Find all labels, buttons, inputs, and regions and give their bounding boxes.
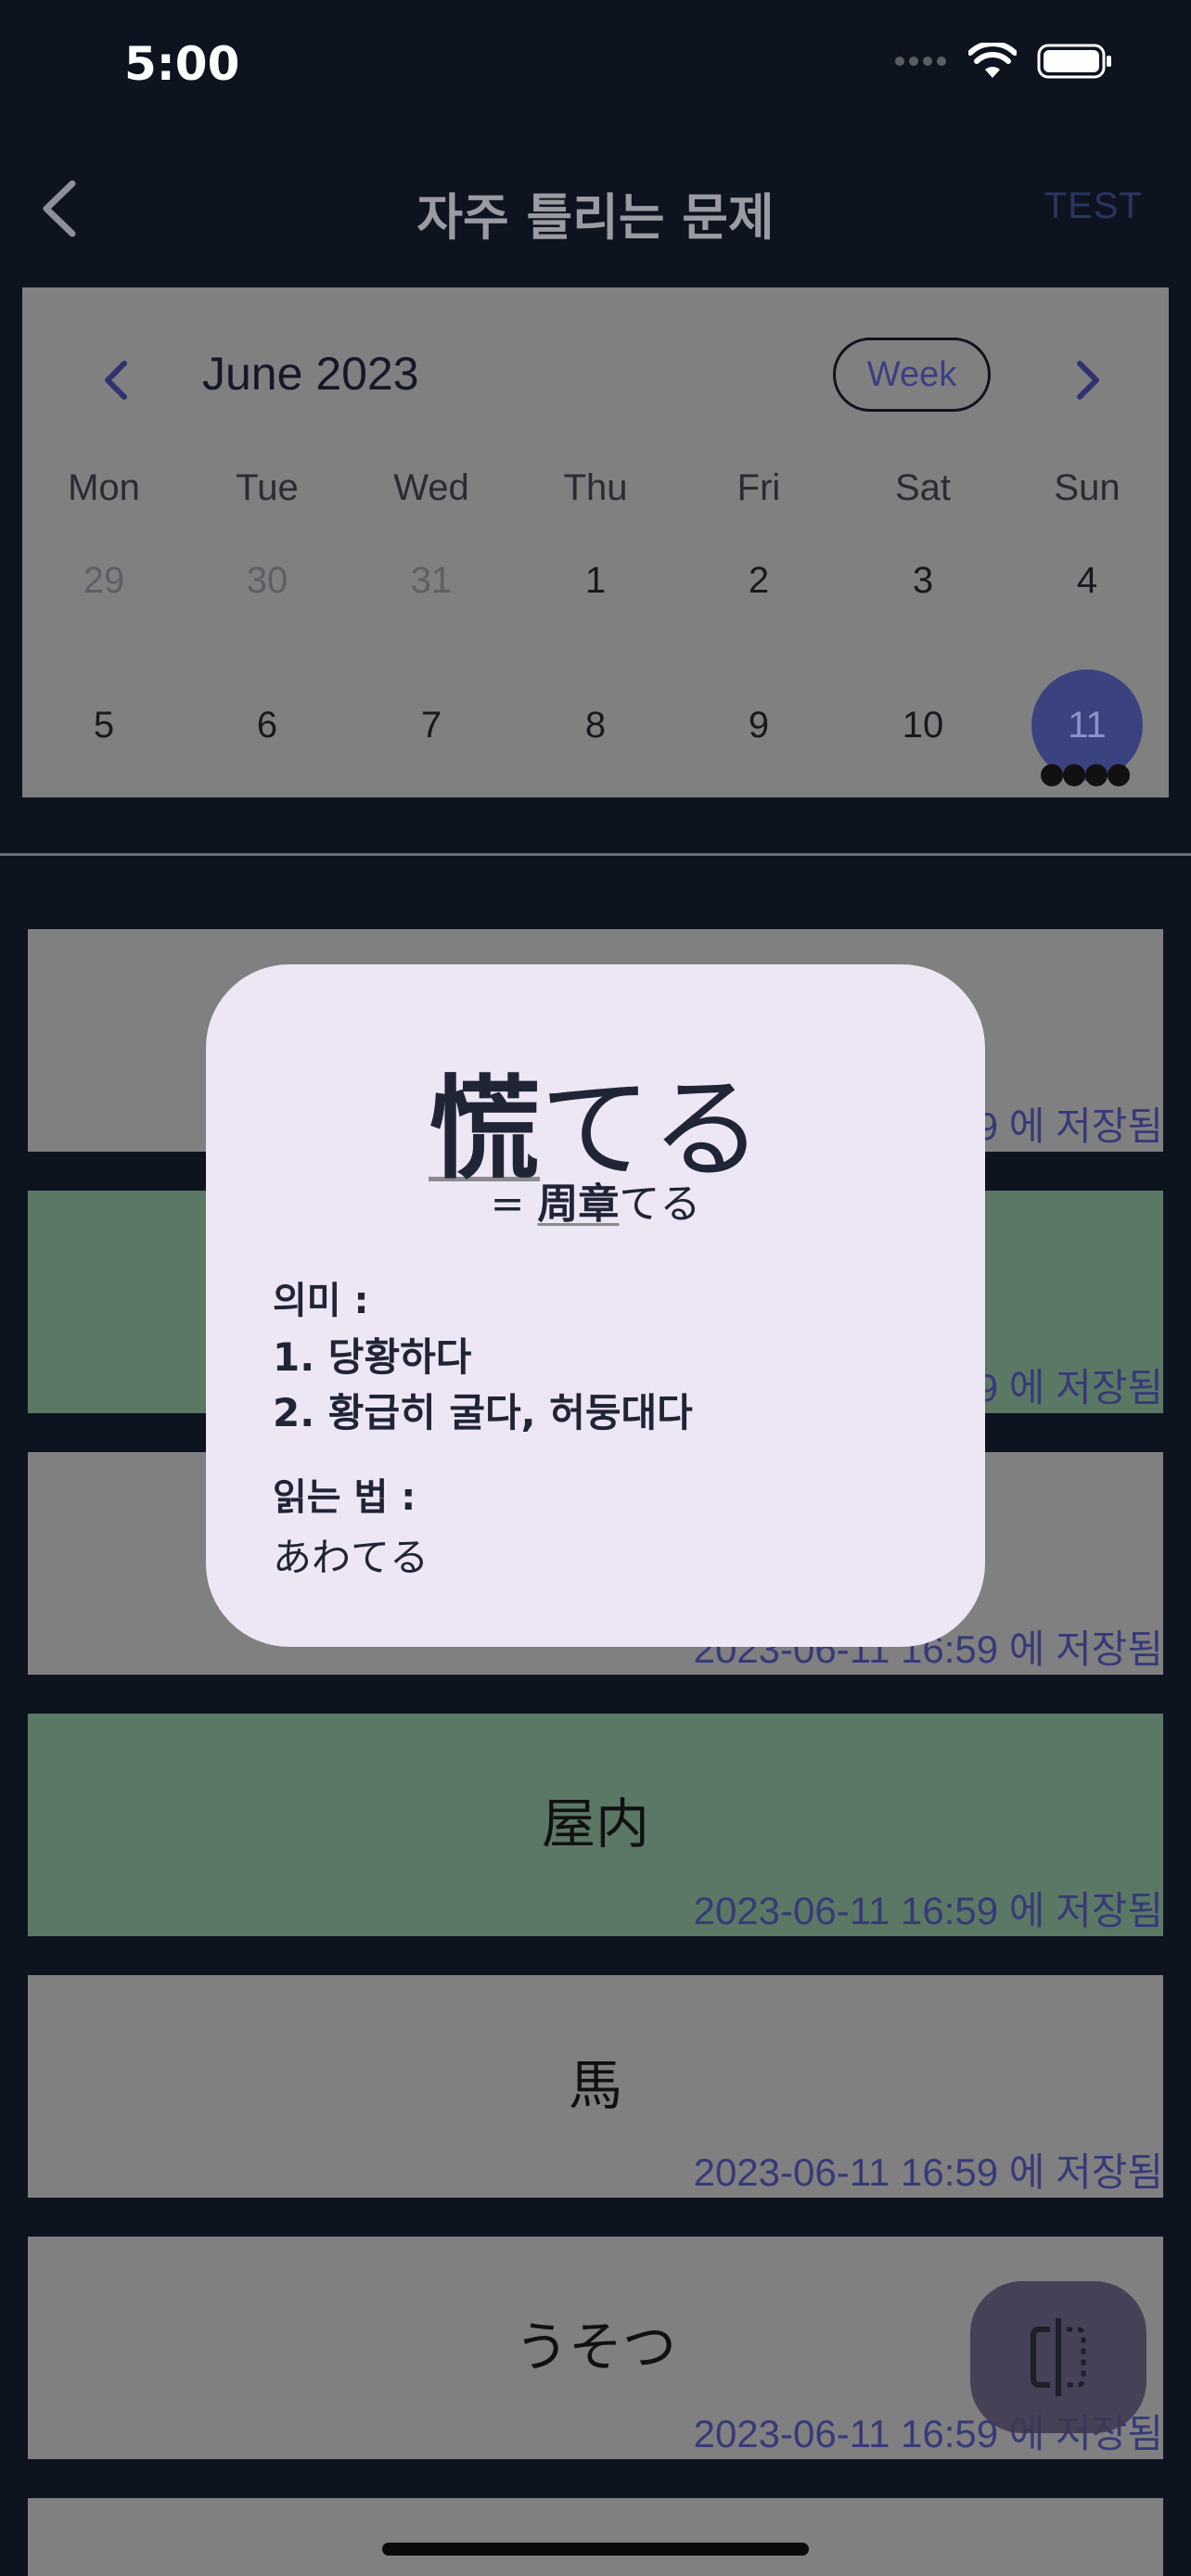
chevron-left-icon	[105, 361, 127, 400]
card-timestamp: 2023-06-11 16:59 에 저장됨	[693, 1889, 1163, 1932]
synonym-kana: てる	[619, 1180, 701, 1228]
word-card[interactable]: 馬 2023-06-11 16:59 에 저장됨	[28, 1975, 1163, 2198]
meaning-label: 의미 :	[273, 1280, 369, 1322]
section-divider	[0, 853, 1191, 856]
event-dot	[1041, 764, 1063, 786]
battery-icon	[1037, 44, 1111, 79]
weekday-label: Mon	[68, 467, 140, 508]
split-view-icon	[1031, 2318, 1086, 2396]
calendar-day[interactable]: 7	[350, 705, 513, 746]
weekday-label: Wed	[393, 467, 469, 508]
test-button[interactable]: TEST	[1044, 185, 1143, 227]
page-title: 자주 틀리는 문제	[416, 188, 775, 247]
calendar-day[interactable]: 1	[514, 560, 677, 602]
weekday-label: Thu	[563, 467, 628, 508]
reading-label: 읽는 법 :	[273, 1476, 416, 1519]
calendar-day[interactable]: 9	[677, 705, 840, 746]
calendar-day[interactable]: 4	[1005, 560, 1169, 602]
wifi-icon	[968, 43, 1017, 78]
calendar-day[interactable]: 31	[350, 560, 513, 602]
weekday-label: Sat	[894, 467, 952, 508]
status-icons	[894, 43, 1113, 80]
calendar: June 2023 Week Mon Tue Wed Thu Fri Sat S…	[22, 287, 1169, 797]
calendar-month-label: June 2023	[202, 348, 419, 400]
word-detail-modal[interactable]: 慌てる = 周章てる 의미 : 1. 당황하다 2. 황급히 굴다, 허둥대다 …	[206, 964, 985, 1647]
event-dot	[1108, 764, 1130, 786]
meaning-item: 2. 황급히 굴다, 허둥대다	[273, 1390, 693, 1435]
calendar-day[interactable]: 30	[186, 560, 349, 602]
split-view-button[interactable]	[970, 2281, 1146, 2433]
card-word: 馬	[568, 2054, 622, 2117]
synonym-kanji: 周章	[537, 1180, 620, 1228]
card-word: 屋内	[541, 1792, 649, 1855]
weekday-label: Fri	[736, 467, 781, 508]
calendar-day[interactable]: 8	[514, 705, 677, 746]
weekday-label: Tue	[236, 467, 299, 508]
prev-month-button[interactable]	[96, 352, 134, 408]
next-month-button[interactable]	[1070, 352, 1108, 408]
event-dot	[1085, 764, 1108, 786]
calendar-day[interactable]: 10	[841, 705, 1005, 746]
chevron-right-icon	[1077, 361, 1099, 400]
reading-value: あわてる	[273, 1535, 429, 1580]
card-timestamp: 2023-06-11 16:59 에 저장됨	[693, 2150, 1163, 2194]
calendar-day[interactable]: 5	[22, 705, 186, 746]
calendar-day-selected[interactable]: 11	[1005, 705, 1169, 746]
home-indicator	[382, 2543, 809, 2556]
modal-synonym: = 周章てる	[206, 1170, 985, 1230]
calendar-day[interactable]: 6	[186, 705, 349, 746]
word-card[interactable]: 屋内 2023-06-11 16:59 에 저장됨	[28, 1714, 1163, 1936]
calendar-day[interactable]: 3	[841, 560, 1005, 602]
event-dot	[1063, 764, 1085, 786]
word-card[interactable]	[28, 2498, 1163, 2576]
cellular-signal-icon	[895, 57, 946, 66]
calendar-day[interactable]: 2	[677, 560, 840, 602]
synonym-prefix: =	[490, 1180, 538, 1228]
meaning-item: 1. 당황하다	[273, 1334, 472, 1380]
week-toggle-button[interactable]: Week	[833, 338, 991, 412]
weekday-label: Sun	[1054, 467, 1121, 508]
calendar-day[interactable]: 29	[22, 560, 186, 602]
status-time: 5:00	[124, 37, 240, 91]
